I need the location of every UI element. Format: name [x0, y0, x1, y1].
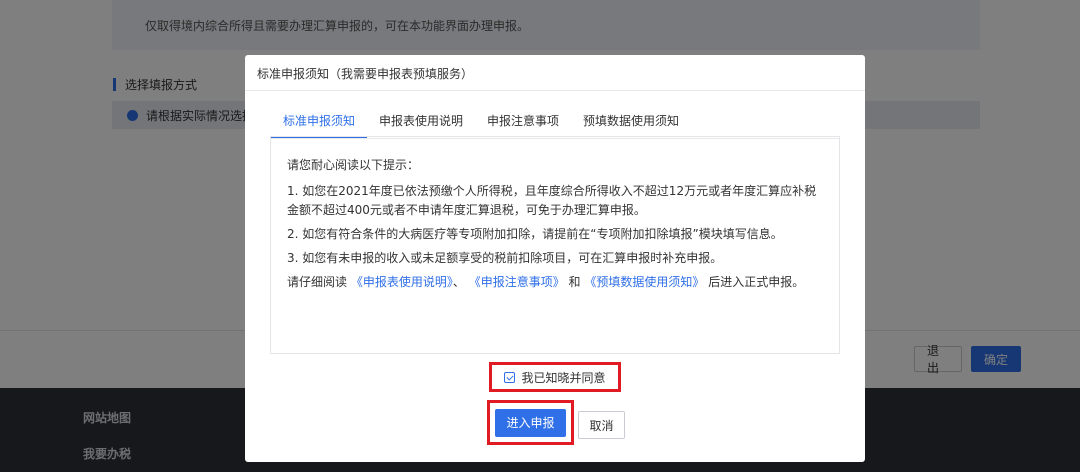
declaration-notice-dialog: 标准申报须知（我需要申报表预填服务） 标准申报须知 申报表使用说明 申报注意事项… [245, 55, 865, 462]
agree-label[interactable]: 我已知晓并同意 [521, 369, 605, 386]
link-precautions[interactable]: 《申报注意事项》 [469, 275, 565, 289]
link-form-instructions[interactable]: 《申报表使用说明》 [351, 275, 453, 289]
enter-highlight: 进入申报 [487, 400, 574, 445]
tab-standard-notice[interactable]: 标准申报须知 [271, 111, 368, 139]
content-item-2: 2. 如您有符合条件的大病医疗等专项附加扣除，请提前在“专项附加扣除填报”模块填… [287, 227, 783, 241]
content-item-3: 3. 如您有未申报的收入或未足额享受的税前扣除项目，可在汇算申报时补充申报。 [287, 251, 723, 265]
notice-content: 请您耐心阅读以下提示： 1. 如您在2021年度已依法预缴个人所得税，且年度综合… [270, 136, 840, 354]
content-lead: 请您耐心阅读以下提示： [287, 158, 420, 172]
tab-form-instructions[interactable]: 申报表使用说明 [367, 111, 475, 139]
content-item-1: 1. 如您在2021年度已依法预缴个人所得税，且年度综合所得收入不超过12万元或… [287, 184, 817, 217]
tab-bar: 标准申报须知 申报表使用说明 申报注意事项 预填数据使用须知 [271, 111, 691, 139]
agree-checkbox[interactable] [504, 371, 516, 383]
tab-prefill-data-notice[interactable]: 预填数据使用须知 [571, 111, 691, 139]
content-final: 请仔细阅读 《申报表使用说明》、 《申报注意事项》 和 《预填数据使用须知》 后… [287, 273, 823, 292]
final-and: 和 [568, 275, 581, 289]
final-suffix: 后进入正式申报。 [708, 275, 805, 289]
cancel-button[interactable]: 取消 [578, 411, 625, 439]
link-prefill-data-notice[interactable]: 《预填数据使用须知》 [584, 275, 704, 289]
final-prefix: 请仔细阅读 [287, 275, 348, 289]
dialog-title: 标准申报须知（我需要申报表预填服务） [245, 55, 865, 91]
agree-highlight: 我已知晓并同意 [489, 362, 621, 392]
enter-declaration-button[interactable]: 进入申报 [495, 408, 566, 437]
final-sep: 、 [452, 275, 465, 289]
tab-precautions[interactable]: 申报注意事项 [475, 111, 571, 139]
